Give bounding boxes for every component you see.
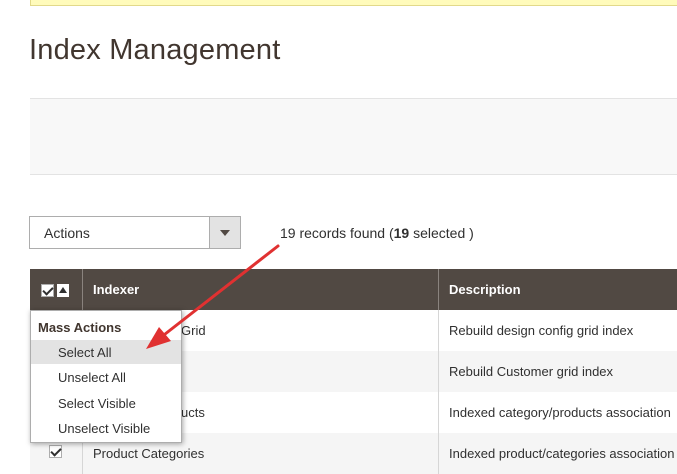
- page-actions-bar: [30, 98, 677, 175]
- mass-actions-title: Mass Actions: [38, 320, 122, 335]
- row-separator: [438, 310, 439, 351]
- actions-dropdown[interactable]: Actions: [29, 216, 241, 249]
- row-separator: [438, 392, 439, 433]
- column-header-indexer[interactable]: Indexer: [93, 282, 139, 297]
- caret-up-icon[interactable]: [57, 284, 69, 297]
- indexer-cell: Product Categories: [93, 446, 205, 461]
- column-separator: [82, 269, 83, 310]
- description-cell: Rebuild design config grid index: [449, 323, 634, 338]
- menu-item-select-all[interactable]: Select All: [31, 340, 181, 364]
- indexer-cell: Grid: [181, 323, 206, 338]
- row-checkbox[interactable]: [49, 445, 62, 458]
- page-title: Index Management: [29, 34, 281, 66]
- description-cell: Indexed category/products association: [449, 405, 671, 420]
- grid-header: Indexer Description: [30, 269, 677, 310]
- row-separator: [438, 351, 439, 392]
- actions-dropdown-label: Actions: [44, 225, 90, 241]
- menu-item-select-visible[interactable]: Select Visible: [31, 391, 181, 415]
- description-cell: Indexed product/categories association: [449, 446, 675, 461]
- notice-bar: [30, 0, 677, 6]
- description-cell: Rebuild Customer grid index: [449, 364, 614, 379]
- mass-select-checkbox[interactable]: [41, 284, 54, 297]
- records-found-text: 19 records found (19 selected ): [280, 225, 474, 241]
- menu-item-unselect-all[interactable]: Unselect All: [31, 365, 181, 389]
- mass-actions-menu: Mass Actions Select All Unselect All Sel…: [30, 310, 182, 443]
- menu-item-unselect-visible[interactable]: Unselect Visible: [31, 416, 181, 440]
- column-header-description[interactable]: Description: [449, 282, 521, 297]
- row-separator: [438, 433, 439, 474]
- chevron-down-icon[interactable]: [209, 217, 240, 248]
- column-separator: [438, 269, 439, 310]
- indexer-cell: ucts: [181, 405, 205, 420]
- selected-count: 19: [393, 225, 410, 241]
